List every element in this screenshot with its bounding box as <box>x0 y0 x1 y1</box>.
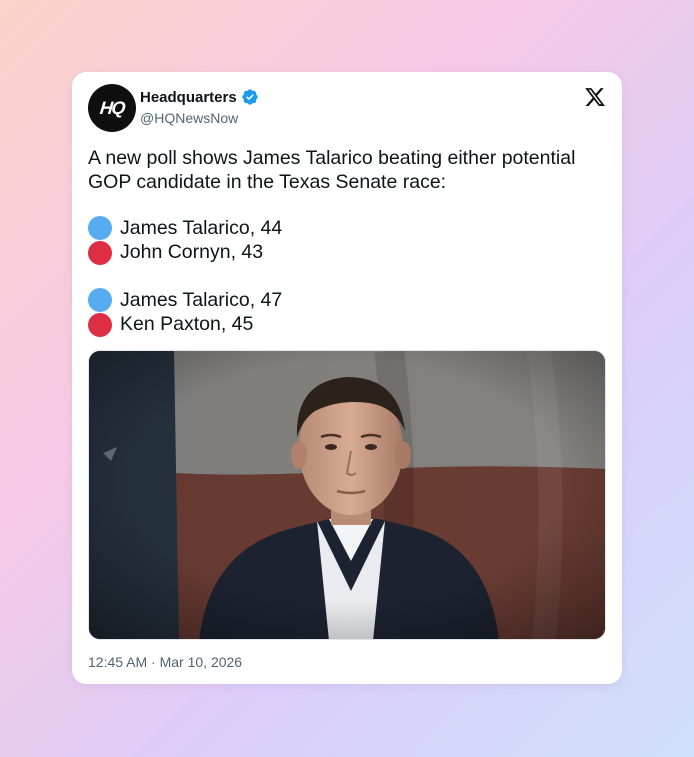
x-logo-icon[interactable] <box>584 86 606 108</box>
verified-badge-icon <box>242 89 258 105</box>
poll-result-group: James Talarico, 47 Ken Paxton, 45 <box>88 288 608 337</box>
tweet-card[interactable]: HQ Headquarters @HQNewsNow A new poll sh… <box>72 72 622 684</box>
blue-circle-icon <box>88 288 112 313</box>
red-circle-icon <box>88 240 112 265</box>
tweet-text: A new poll shows James Talarico beating … <box>88 146 608 194</box>
avatar[interactable]: HQ <box>88 84 136 132</box>
poll-row-label: John Cornyn, 43 <box>120 241 264 264</box>
name-row: Headquarters <box>140 88 259 106</box>
tweet-text-line: GOP candidate in the Texas Senate race: <box>88 171 447 193</box>
handle[interactable]: @HQNewsNow <box>140 110 238 126</box>
poll-row-label: Ken Paxton, 45 <box>120 313 254 336</box>
tweet-photo[interactable] <box>88 350 606 640</box>
poll-row-label: James Talarico, 44 <box>120 216 283 239</box>
poll-row-label: James Talarico, 47 <box>120 288 283 311</box>
avatar-logo-text: HQ <box>99 97 126 118</box>
poll-row: John Cornyn, 43 <box>88 240 608 266</box>
red-circle-icon <box>88 312 112 337</box>
poll-row: James Talarico, 47 <box>88 288 608 313</box>
portrait-image <box>89 351 605 639</box>
poll-row: Ken Paxton, 45 <box>88 312 608 338</box>
display-name[interactable]: Headquarters <box>140 89 237 106</box>
poll-result-group: James Talarico, 44 John Cornyn, 43 <box>88 216 608 265</box>
timestamp[interactable]: 12:45 AM · Mar 10, 2026 <box>88 654 242 670</box>
poll-row: James Talarico, 44 <box>88 216 608 241</box>
tweet-text-line: A new poll shows James Talarico beating … <box>88 147 576 169</box>
blue-circle-icon <box>88 216 112 241</box>
